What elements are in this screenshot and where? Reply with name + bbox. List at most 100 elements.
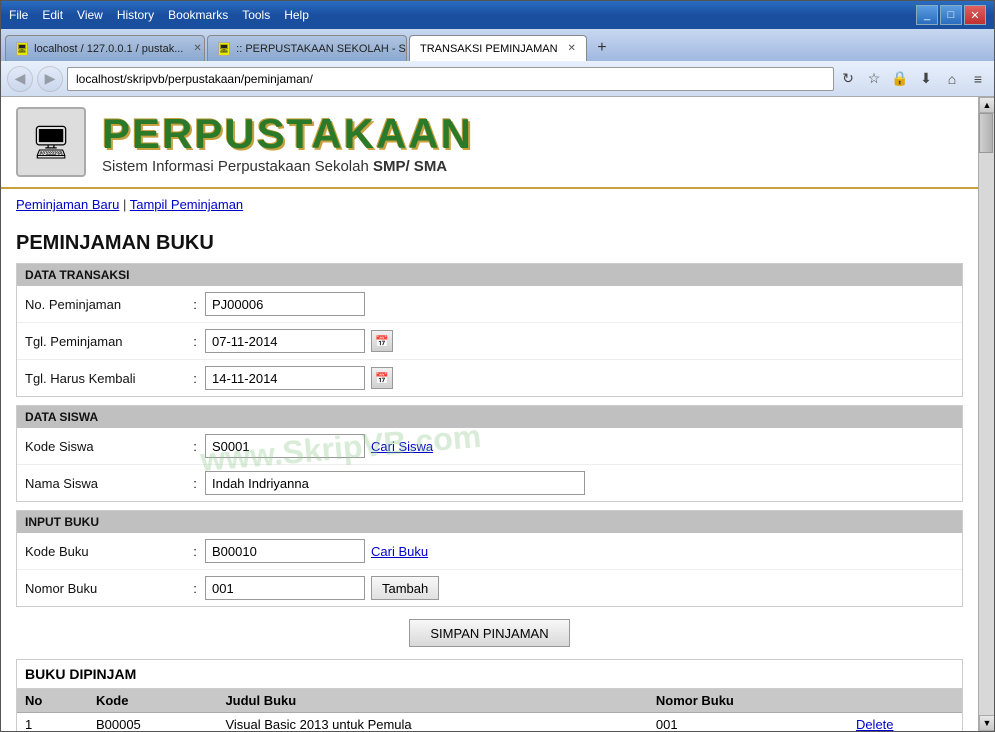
tab-3-label: TRANSAKSI PEMINJAMAN — [420, 43, 558, 55]
tab-1-favicon: 🖥 — [16, 42, 28, 56]
minimize-button[interactable]: _ — [916, 5, 938, 25]
tgl-peminjaman-calendar-icon[interactable]: 📅 — [371, 330, 393, 352]
tgl-peminjaman-label: Tgl. Peminjaman — [25, 334, 185, 349]
new-tab-button[interactable]: + — [589, 35, 615, 61]
scroll-thumb[interactable] — [979, 113, 993, 153]
tab-bar: 🖥 localhost / 127.0.0.1 / pustak... ✕ 🖥 … — [1, 29, 994, 61]
tab-1-label: localhost / 127.0.0.1 / pustak... — [34, 43, 183, 55]
menu-edit[interactable]: Edit — [42, 8, 63, 22]
tab-3-close[interactable]: ✕ — [568, 43, 576, 54]
kode-buku-row: Kode Buku : Cari Buku — [17, 533, 962, 570]
tgl-kembali-value: 📅 — [205, 366, 393, 390]
save-section: SIMPAN PINJAMAN — [16, 619, 963, 647]
buku-header: INPUT BUKU — [17, 511, 962, 533]
cell-judul: Visual Basic 2013 untuk Pemula — [217, 713, 647, 732]
colon-2: : — [185, 334, 205, 349]
home-icon[interactable]: ⌂ — [942, 69, 962, 89]
menu-bar: File Edit View History Bookmarks Tools H… — [9, 8, 910, 22]
tgl-peminjaman-value: 📅 — [205, 329, 393, 353]
menu-icon[interactable]: ≡ — [968, 69, 988, 89]
tampil-peminjaman-link[interactable]: Tampil Peminjaman — [130, 197, 243, 212]
colon-7: : — [185, 581, 205, 596]
kode-siswa-input[interactable] — [205, 434, 365, 458]
download-icon[interactable]: ⬇ — [916, 69, 936, 89]
no-peminjaman-input[interactable] — [205, 292, 365, 316]
address-bar[interactable] — [67, 67, 834, 91]
lock-icon[interactable]: 🔒 — [890, 69, 910, 89]
no-peminjaman-label: No. Peminjaman — [25, 297, 185, 312]
tgl-kembali-input[interactable] — [205, 366, 365, 390]
data-siswa-section: DATA SISWA Kode Siswa : Cari Siswa Nama … — [16, 405, 963, 502]
page-title: PEMINJAMAN BUKU — [1, 220, 978, 263]
tab-2-label: :: PERPUSTAKAAN SEKOLAH - Sist... — [236, 43, 407, 55]
menu-bookmarks[interactable]: Bookmarks — [168, 8, 228, 22]
input-buku-section: INPUT BUKU Kode Buku : Cari Buku Nomor B… — [16, 510, 963, 607]
tab-2[interactable]: 🖥 :: PERPUSTAKAAN SEKOLAH - Sist... ✕ — [207, 35, 407, 61]
tgl-kembali-label: Tgl. Harus Kembali — [25, 371, 185, 386]
colon-6: : — [185, 544, 205, 559]
col-no: No — [17, 689, 88, 713]
tgl-kembali-calendar-icon[interactable]: 📅 — [371, 367, 393, 389]
site-header: 🖥 PERPUSTAKAAN Sistem Informasi Perpusta… — [1, 97, 978, 189]
menu-view[interactable]: View — [77, 8, 103, 22]
cari-siswa-link[interactable]: Cari Siswa — [371, 439, 433, 454]
kode-buku-value: Cari Buku — [205, 539, 428, 563]
kode-siswa-value: Cari Siswa — [205, 434, 433, 458]
close-button[interactable]: ✕ — [964, 5, 986, 25]
scroll-track[interactable] — [979, 113, 994, 715]
colon-4: : — [185, 439, 205, 454]
kode-siswa-row: Kode Siswa : Cari Siswa — [17, 428, 962, 465]
col-nomor: Nomor Buku — [648, 689, 848, 713]
tab-1-close[interactable]: ✕ — [193, 43, 201, 54]
breadcrumb-nav: Peminjaman Baru | Tampil Peminjaman — [1, 189, 978, 220]
menu-history[interactable]: History — [117, 8, 154, 22]
menu-file[interactable]: File — [9, 8, 28, 22]
nama-siswa-input[interactable] — [205, 471, 585, 495]
cell-nomor: 001 — [648, 713, 848, 732]
menu-tools[interactable]: Tools — [242, 8, 270, 22]
cell-action: Delete — [848, 713, 962, 732]
window-controls: _ □ ✕ — [916, 5, 986, 25]
kode-siswa-label: Kode Siswa — [25, 439, 185, 454]
table-header-row: No Kode Judul Buku Nomor Buku — [17, 689, 962, 713]
bookmark-star-icon[interactable]: ☆ — [864, 69, 884, 89]
transaksi-header: DATA TRANSAKSI — [17, 264, 962, 286]
delete-link[interactable]: Delete — [856, 717, 894, 731]
tgl-kembali-row: Tgl. Harus Kembali : 📅 — [17, 360, 962, 396]
site-logo: 🖥 — [16, 107, 86, 177]
tab-2-favicon: 🖥 — [218, 42, 230, 56]
simpan-pinjaman-button[interactable]: SIMPAN PINJAMAN — [409, 619, 569, 647]
kode-buku-input[interactable] — [205, 539, 365, 563]
nav-separator: | — [123, 197, 130, 212]
col-kode: Kode — [88, 689, 217, 713]
tgl-peminjaman-input[interactable] — [205, 329, 365, 353]
page-inner: 🖥 PERPUSTAKAAN Sistem Informasi Perpusta… — [1, 97, 978, 731]
tambah-button[interactable]: Tambah — [371, 576, 439, 600]
colon-3: : — [185, 371, 205, 386]
forward-button[interactable]: ▶ — [37, 66, 63, 92]
nomor-buku-input[interactable] — [205, 576, 365, 600]
col-action — [848, 689, 962, 713]
menu-help[interactable]: Help — [284, 8, 309, 22]
data-transaksi-section: DATA TRANSAKSI No. Peminjaman : Tgl. Pem… — [16, 263, 963, 397]
title-bar: File Edit View History Bookmarks Tools H… — [1, 1, 994, 29]
tab-1[interactable]: 🖥 localhost / 127.0.0.1 / pustak... ✕ — [5, 35, 205, 61]
table-title: BUKU DIPINJAM — [17, 660, 962, 689]
nama-siswa-value — [205, 471, 585, 495]
refresh-icon[interactable]: ↻ — [838, 69, 858, 89]
scroll-down-button[interactable]: ▼ — [979, 715, 994, 731]
tab-3[interactable]: TRANSAKSI PEMINJAMAN ✕ — [409, 35, 587, 61]
cari-buku-link[interactable]: Cari Buku — [371, 544, 428, 559]
site-title-area: PERPUSTAKAAN Sistem Informasi Perpustaka… — [102, 110, 473, 175]
site-subtitle: Sistem Informasi Perpustakaan Sekolah SM… — [102, 158, 473, 175]
scrollbar[interactable]: ▲ ▼ — [978, 97, 994, 731]
back-button[interactable]: ◀ — [7, 66, 33, 92]
buku-dipinjam-table: No Kode Judul Buku Nomor Buku 1 B00005 V… — [17, 689, 962, 731]
no-peminjaman-row: No. Peminjaman : — [17, 286, 962, 323]
nav-bar: ◀ ▶ ↻ ☆ 🔒 ⬇ ⌂ ≡ — [1, 61, 994, 97]
peminjaman-baru-link[interactable]: Peminjaman Baru — [16, 197, 119, 212]
maximize-button[interactable]: □ — [940, 5, 962, 25]
nomor-buku-label: Nomor Buku — [25, 581, 185, 596]
scroll-up-button[interactable]: ▲ — [979, 97, 994, 113]
nomor-buku-value: Tambah — [205, 576, 439, 600]
